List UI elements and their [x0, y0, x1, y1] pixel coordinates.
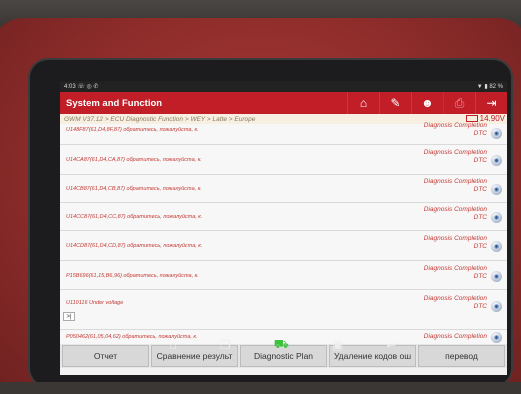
screenshot-icon[interactable]: ▣ [332, 338, 343, 352]
home-icon[interactable]: ⌂ [347, 92, 379, 114]
status-battery: ▼ ▮ 82 % [476, 84, 503, 90]
translate-button[interactable]: перевод [418, 345, 505, 367]
page-title: System and Function [66, 97, 163, 109]
dtc-info-icon[interactable]: ◉ [491, 271, 502, 282]
battery-icon [465, 115, 478, 122]
dtc-status: Diagnosis Completion DTC [423, 206, 487, 221]
list-item[interactable]: U14CD87(61,D4,CD,87) обратитесь, пожалуй… [60, 231, 507, 261]
back-home-icon[interactable]: ⌂ [170, 338, 177, 352]
dtc-list[interactable]: U148F87(61,D4,8F,87) обратитесь, пожалуй… [60, 122, 507, 344]
print-icon[interactable]: ⎙ [443, 92, 475, 114]
dtc-info-icon[interactable]: ◉ [491, 155, 502, 166]
report-button[interactable]: Отчет [62, 345, 149, 367]
dtc-status: Diagnosis Completion DTC [423, 295, 487, 310]
dtc-info-icon[interactable]: ◉ [491, 332, 502, 343]
dtc-code: P15B696(61,15,B6,96) обратитесь, пожалуй… [66, 273, 199, 279]
dtc-info-icon[interactable]: ◉ [491, 128, 502, 139]
list-item[interactable]: U14CA87(61,D4,CA,87) обратитесь, пожалуй… [60, 145, 507, 175]
recent-apps-icon[interactable]: ❐ [220, 338, 231, 352]
collapse-button[interactable]: >| [63, 312, 75, 321]
dtc-code: U110116 Under voltage [66, 300, 124, 306]
status-time: 4:03 ☏ ◎ ✆ [64, 84, 99, 90]
dtc-status: Diagnosis Completion DTC [423, 178, 487, 193]
dtc-info-icon[interactable]: ◉ [491, 212, 502, 223]
breadcrumb: GWM V37.12 > ECU Diagnostic Function > W… [64, 115, 256, 123]
dtc-status: Diagnosis Completion DTC [423, 122, 487, 137]
user-icon[interactable]: ☻ [411, 92, 443, 114]
list-item[interactable]: U14CC87(61,D4,CC,87) обратитесь, пожалуй… [60, 203, 507, 231]
dtc-code: U14CA87(61,D4,CA,87) обратитесь, пожалуй… [66, 157, 202, 163]
status-bar: 4:03 ☏ ◎ ✆ ▼ ▮ 82 % [60, 81, 507, 92]
list-item[interactable]: U110116 Under voltage >| Diagnosis Compl… [60, 290, 507, 330]
system-navigation-bar: ⌂ ❐ ⛟ ▣ ↩ [148, 330, 418, 360]
dtc-code: U148F87(61,D4,8F,87) обратитесь, пожалуй… [66, 127, 199, 133]
return-icon[interactable]: ↩ [386, 338, 396, 352]
edit-icon[interactable]: ✎ [379, 92, 411, 114]
dtc-info-icon[interactable]: ◉ [491, 184, 502, 195]
list-item[interactable]: U148F87(61,D4,8F,87) обратитесь, пожалуй… [60, 122, 507, 145]
background-bottom [0, 382, 521, 394]
car-icon[interactable]: ⛟ [274, 337, 289, 353]
list-item[interactable]: P15B696(61,15,B6,96) обратитесь, пожалуй… [60, 261, 507, 290]
dtc-status: Diagnosis Completion DTC [423, 235, 487, 250]
dtc-info-icon[interactable]: ◉ [491, 301, 502, 312]
dtc-code: U14CD87(61,D4,CD,87) обратитесь, пожалуй… [66, 243, 203, 249]
dtc-code: U14CB87(61,D4,CB,87) обратитесь, пожалуй… [66, 186, 202, 192]
app-header: System and Function ⌂ ✎ ☻ ⎙ ⇥ [60, 92, 507, 114]
dtc-info-icon[interactable]: ◉ [491, 241, 502, 252]
dtc-status: Diagnosis Completion DTC [423, 265, 487, 280]
list-item[interactable]: U14CB87(61,D4,CB,87) обратитесь, пожалуй… [60, 175, 507, 203]
dtc-status: Diagnosis Completion DTC [423, 149, 487, 164]
dtc-code: U14CC87(61,D4,CC,87) обратитесь, пожалуй… [66, 214, 203, 220]
exit-icon[interactable]: ⇥ [475, 92, 507, 114]
